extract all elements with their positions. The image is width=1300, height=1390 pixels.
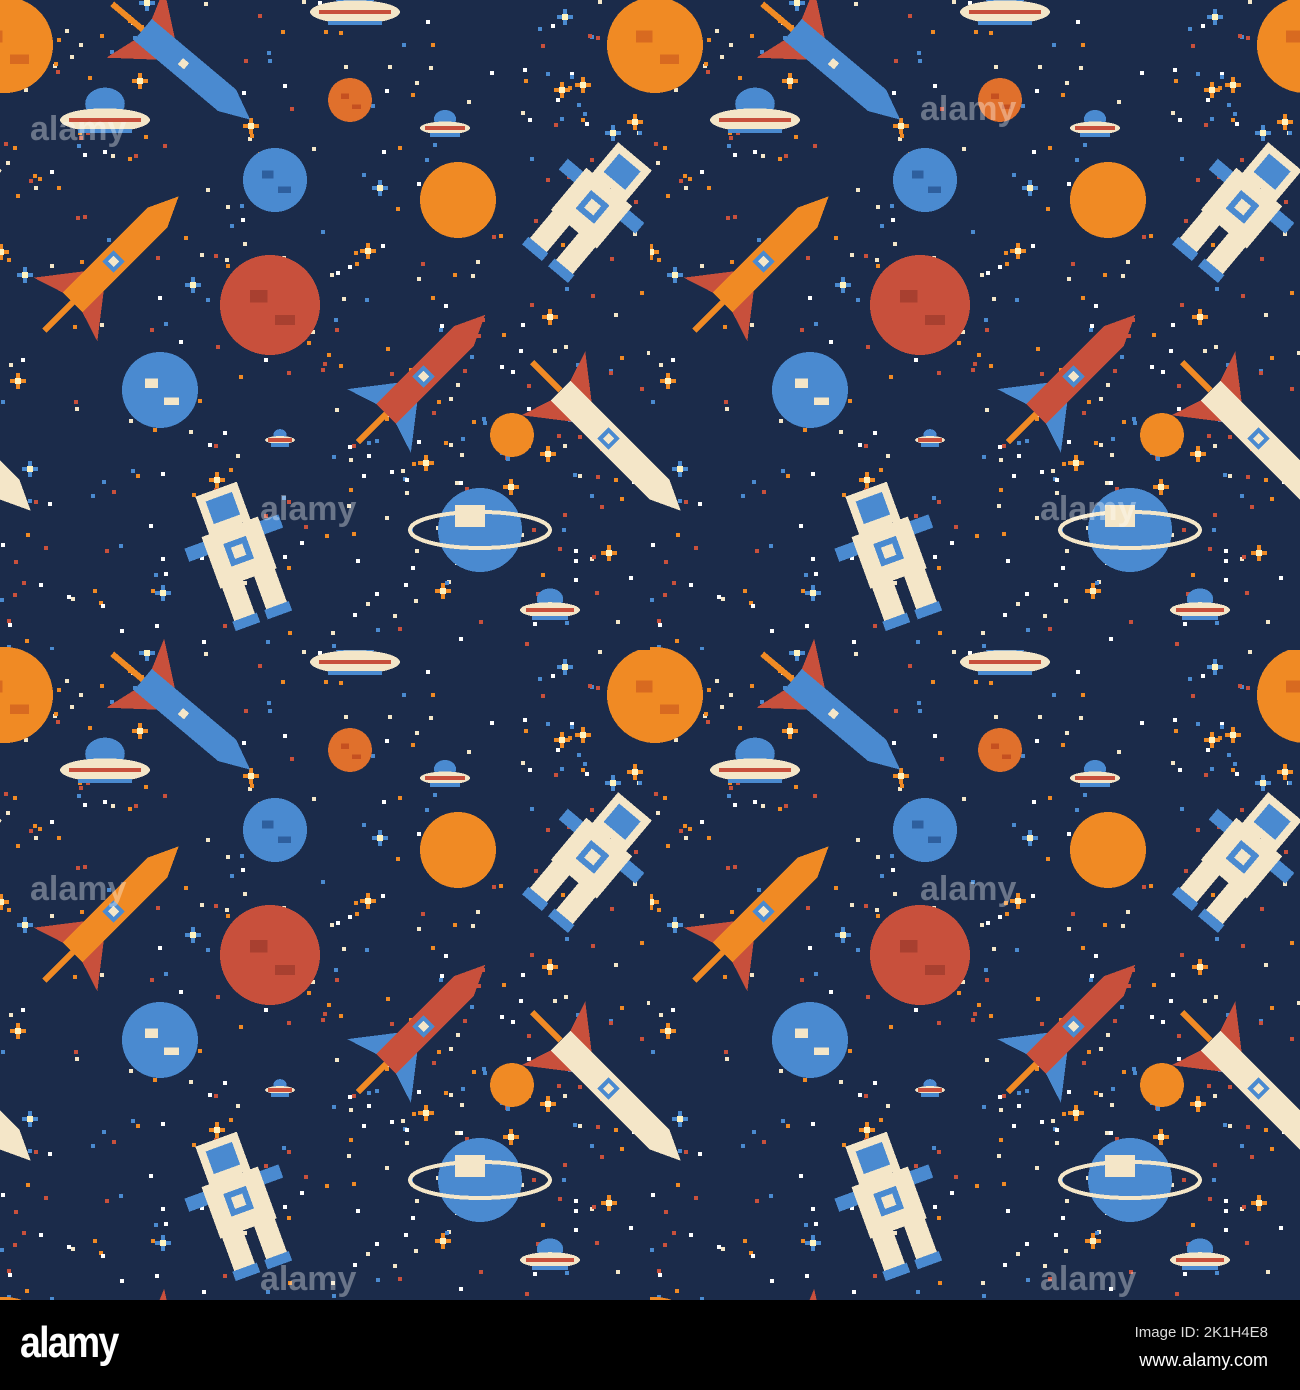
site-url: www.alamy.com <box>1139 1350 1268 1370</box>
space-pattern-artwork <box>0 0 1300 1300</box>
watermark: alamy <box>30 110 127 148</box>
watermark: alamy <box>1040 1260 1137 1298</box>
footer-bar: alamy Image ID: 2K1H4E8 www.alamy.com <box>0 1300 1300 1390</box>
watermark: alamy <box>920 870 1017 908</box>
watermark: alamy <box>30 870 127 908</box>
watermark: alamy <box>1040 490 1137 528</box>
pattern-fill <box>0 0 1300 1300</box>
watermark: alamy <box>260 490 357 528</box>
stock-image: alamy alamy alamy alamy alamy alamy alam… <box>0 0 1300 1390</box>
watermark: alamy <box>920 90 1017 128</box>
alamy-logo: alamy <box>20 1318 119 1367</box>
image-id: Image ID: 2K1H4E8 <box>1134 1324 1268 1341</box>
watermark: alamy <box>260 1260 357 1298</box>
